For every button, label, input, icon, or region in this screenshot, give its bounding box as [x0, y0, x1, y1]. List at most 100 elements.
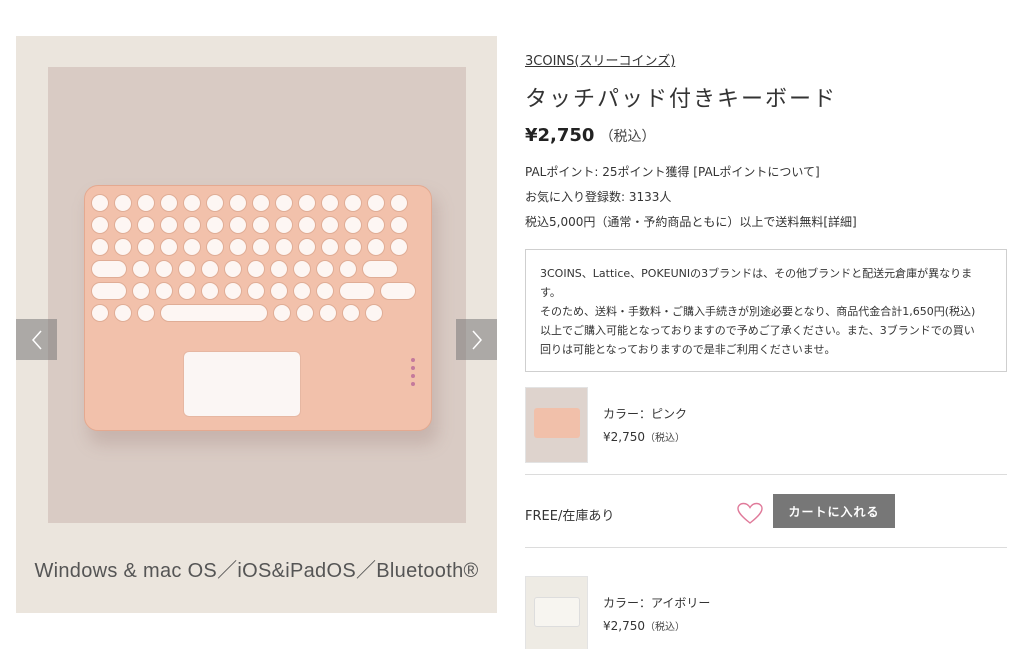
keyboard-key — [321, 216, 339, 234]
add-to-cart-button[interactable]: カートに入れる — [773, 494, 895, 528]
product-image — [48, 67, 466, 523]
notice-line: 回りは可能となっておりますので是非ご利用くださいませ。 — [540, 343, 836, 356]
keyboard-row — [91, 238, 425, 256]
favorites-count: お気に入り登録数: 3133人 — [525, 190, 672, 204]
variant-price: ¥2,750 — [603, 619, 645, 633]
keyboard-key — [390, 216, 408, 234]
keyboard-key — [252, 216, 270, 234]
keyboard-key — [367, 194, 385, 212]
keyboard-row — [91, 282, 425, 300]
keyboard-trackpad — [183, 351, 301, 417]
keyboard-key — [114, 304, 132, 322]
keyboard-key — [273, 304, 291, 322]
keyboard-key — [275, 194, 293, 212]
gallery-prev-button[interactable] — [16, 319, 57, 360]
chevron-left-icon — [31, 330, 42, 349]
keyboard-key — [91, 282, 127, 300]
keyboard-key — [91, 260, 127, 278]
brand-notice: 3COINS、Lattice、POKEUNIの3ブランドは、その他ブランドと配送… — [525, 249, 1007, 372]
tax-label: （税込） — [599, 129, 656, 145]
notice-line: す。 — [540, 286, 561, 299]
keyboard-row — [91, 260, 425, 278]
keyboard-key — [137, 216, 155, 234]
keyboard-key — [229, 238, 247, 256]
keyboard-illustration — [84, 185, 432, 431]
purchase-row: FREE/在庫あり カートに入れる — [525, 474, 1007, 548]
gallery-next-button[interactable] — [456, 319, 497, 360]
keyboard-key — [91, 216, 109, 234]
keyboard-key — [339, 282, 375, 300]
keyboard-key — [344, 194, 362, 212]
keyboard-key — [365, 304, 383, 322]
keyboard-key — [114, 194, 132, 212]
keyboard-key — [229, 194, 247, 212]
variant-tax: （税込） — [645, 433, 685, 444]
keyboard-key — [91, 238, 109, 256]
stock-status: FREE/在庫あり — [525, 509, 615, 524]
product-gallery: Windows & mac OS／iOS&iPadOS／Bluetooth® — [16, 36, 497, 613]
product-price: ¥2,750 — [525, 125, 595, 146]
keyboard-key — [160, 194, 178, 212]
keyboard-key — [270, 260, 288, 278]
variant-thumbnail[interactable] — [525, 387, 588, 463]
keyboard-row — [91, 194, 425, 212]
heart-icon[interactable] — [737, 502, 763, 526]
keyboard-keys — [91, 194, 425, 326]
keyboard-key — [183, 194, 201, 212]
keyboard-key — [270, 282, 288, 300]
keyboard-key — [201, 260, 219, 278]
keyboard-key — [201, 282, 219, 300]
keyboard-key — [344, 238, 362, 256]
brand-link[interactable]: 3COINS(スリーコインズ) — [525, 50, 675, 69]
keyboard-key — [206, 238, 224, 256]
image-caption: Windows & mac OS／iOS&iPadOS／Bluetooth® — [34, 560, 479, 582]
variant-color: カラー：アイボリー — [603, 596, 711, 610]
chevron-right-icon — [471, 330, 482, 349]
keyboard-key — [293, 260, 311, 278]
notice-line: そのため、送料・手数料・ご購入手続きが別途必要となり、商品代金合計1,650円(… — [540, 305, 976, 318]
keyboard-key — [155, 260, 173, 278]
keyboard-key — [367, 216, 385, 234]
keyboard-key — [298, 238, 316, 256]
keyboard-key — [178, 282, 196, 300]
keyboard-key — [344, 216, 362, 234]
variant-thumbnail[interactable] — [525, 576, 588, 649]
keyboard-key — [339, 260, 357, 278]
keyboard-key — [178, 260, 196, 278]
keyboard-key — [137, 194, 155, 212]
keyboard-key — [296, 304, 314, 322]
price-row: ¥2,750 （税込） — [525, 125, 1007, 146]
keyboard-key — [298, 194, 316, 212]
keyboard-key — [132, 260, 150, 278]
keyboard-key — [342, 304, 360, 322]
keyboard-key — [321, 238, 339, 256]
keyboard-key — [390, 194, 408, 212]
keyboard-key — [298, 216, 316, 234]
keyboard-key — [293, 282, 311, 300]
keyboard-key — [367, 238, 385, 256]
keyboard-row — [91, 304, 425, 322]
keyboard-key — [316, 260, 334, 278]
points-info: PALポイント: 25ポイント獲得 [PALポイントについて] — [525, 165, 820, 179]
product-info: PALポイント: 25ポイント獲得 [PALポイントについて] お気に入り登録数… — [525, 160, 1007, 235]
keyboard-key — [224, 260, 242, 278]
keyboard-key — [206, 194, 224, 212]
notice-line: 3COINS、Lattice、POKEUNIの3ブランドは、その他ブランドと配送… — [540, 267, 973, 280]
keyboard-key — [224, 282, 242, 300]
keyboard-key — [275, 238, 293, 256]
keyboard-key — [252, 194, 270, 212]
keyboard-key — [183, 216, 201, 234]
keyboard-key — [183, 238, 201, 256]
keyboard-key — [91, 194, 109, 212]
keyboard-key — [362, 260, 398, 278]
keyboard-key — [155, 282, 173, 300]
shipping-info: 税込5,000円（通常・予約商品ともに）以上で送料無料[詳細] — [525, 215, 857, 229]
keyboard-key — [252, 238, 270, 256]
keyboard-key — [380, 282, 416, 300]
keyboard-key — [160, 238, 178, 256]
keyboard-key — [316, 282, 334, 300]
variant-tax: （税込） — [645, 622, 685, 633]
variant-price: ¥2,750 — [603, 430, 645, 444]
keyboard-key — [137, 304, 155, 322]
keyboard-key — [137, 238, 155, 256]
